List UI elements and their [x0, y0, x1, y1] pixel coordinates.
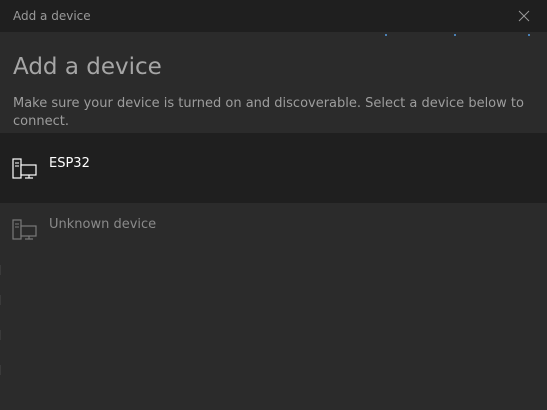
title-bar: Add a device — [0, 0, 547, 32]
progress-dot — [454, 34, 456, 36]
dialog-heading: Add a device — [13, 54, 162, 80]
add-device-window: Add a device Add a device Make sure your… — [0, 0, 547, 410]
dialog-instructions: Make sure your device is turned on and d… — [13, 96, 524, 129]
close-button[interactable] — [501, 0, 547, 32]
edge-mark — [0, 365, 1, 375]
computer-device-icon — [12, 158, 38, 184]
edge-mark — [0, 330, 1, 340]
window-title: Add a device — [13, 9, 91, 23]
progress-dot — [385, 34, 387, 36]
device-item-esp32[interactable]: ESP32 — [0, 133, 547, 203]
device-label: Unknown device — [49, 217, 157, 232]
edge-mark — [0, 295, 1, 305]
progress-dot — [528, 34, 530, 36]
close-icon — [518, 10, 530, 22]
device-item-unknown[interactable]: Unknown device — [0, 203, 547, 251]
computer-device-icon — [12, 219, 38, 245]
device-label: ESP32 — [49, 156, 90, 171]
edge-mark — [0, 265, 1, 275]
